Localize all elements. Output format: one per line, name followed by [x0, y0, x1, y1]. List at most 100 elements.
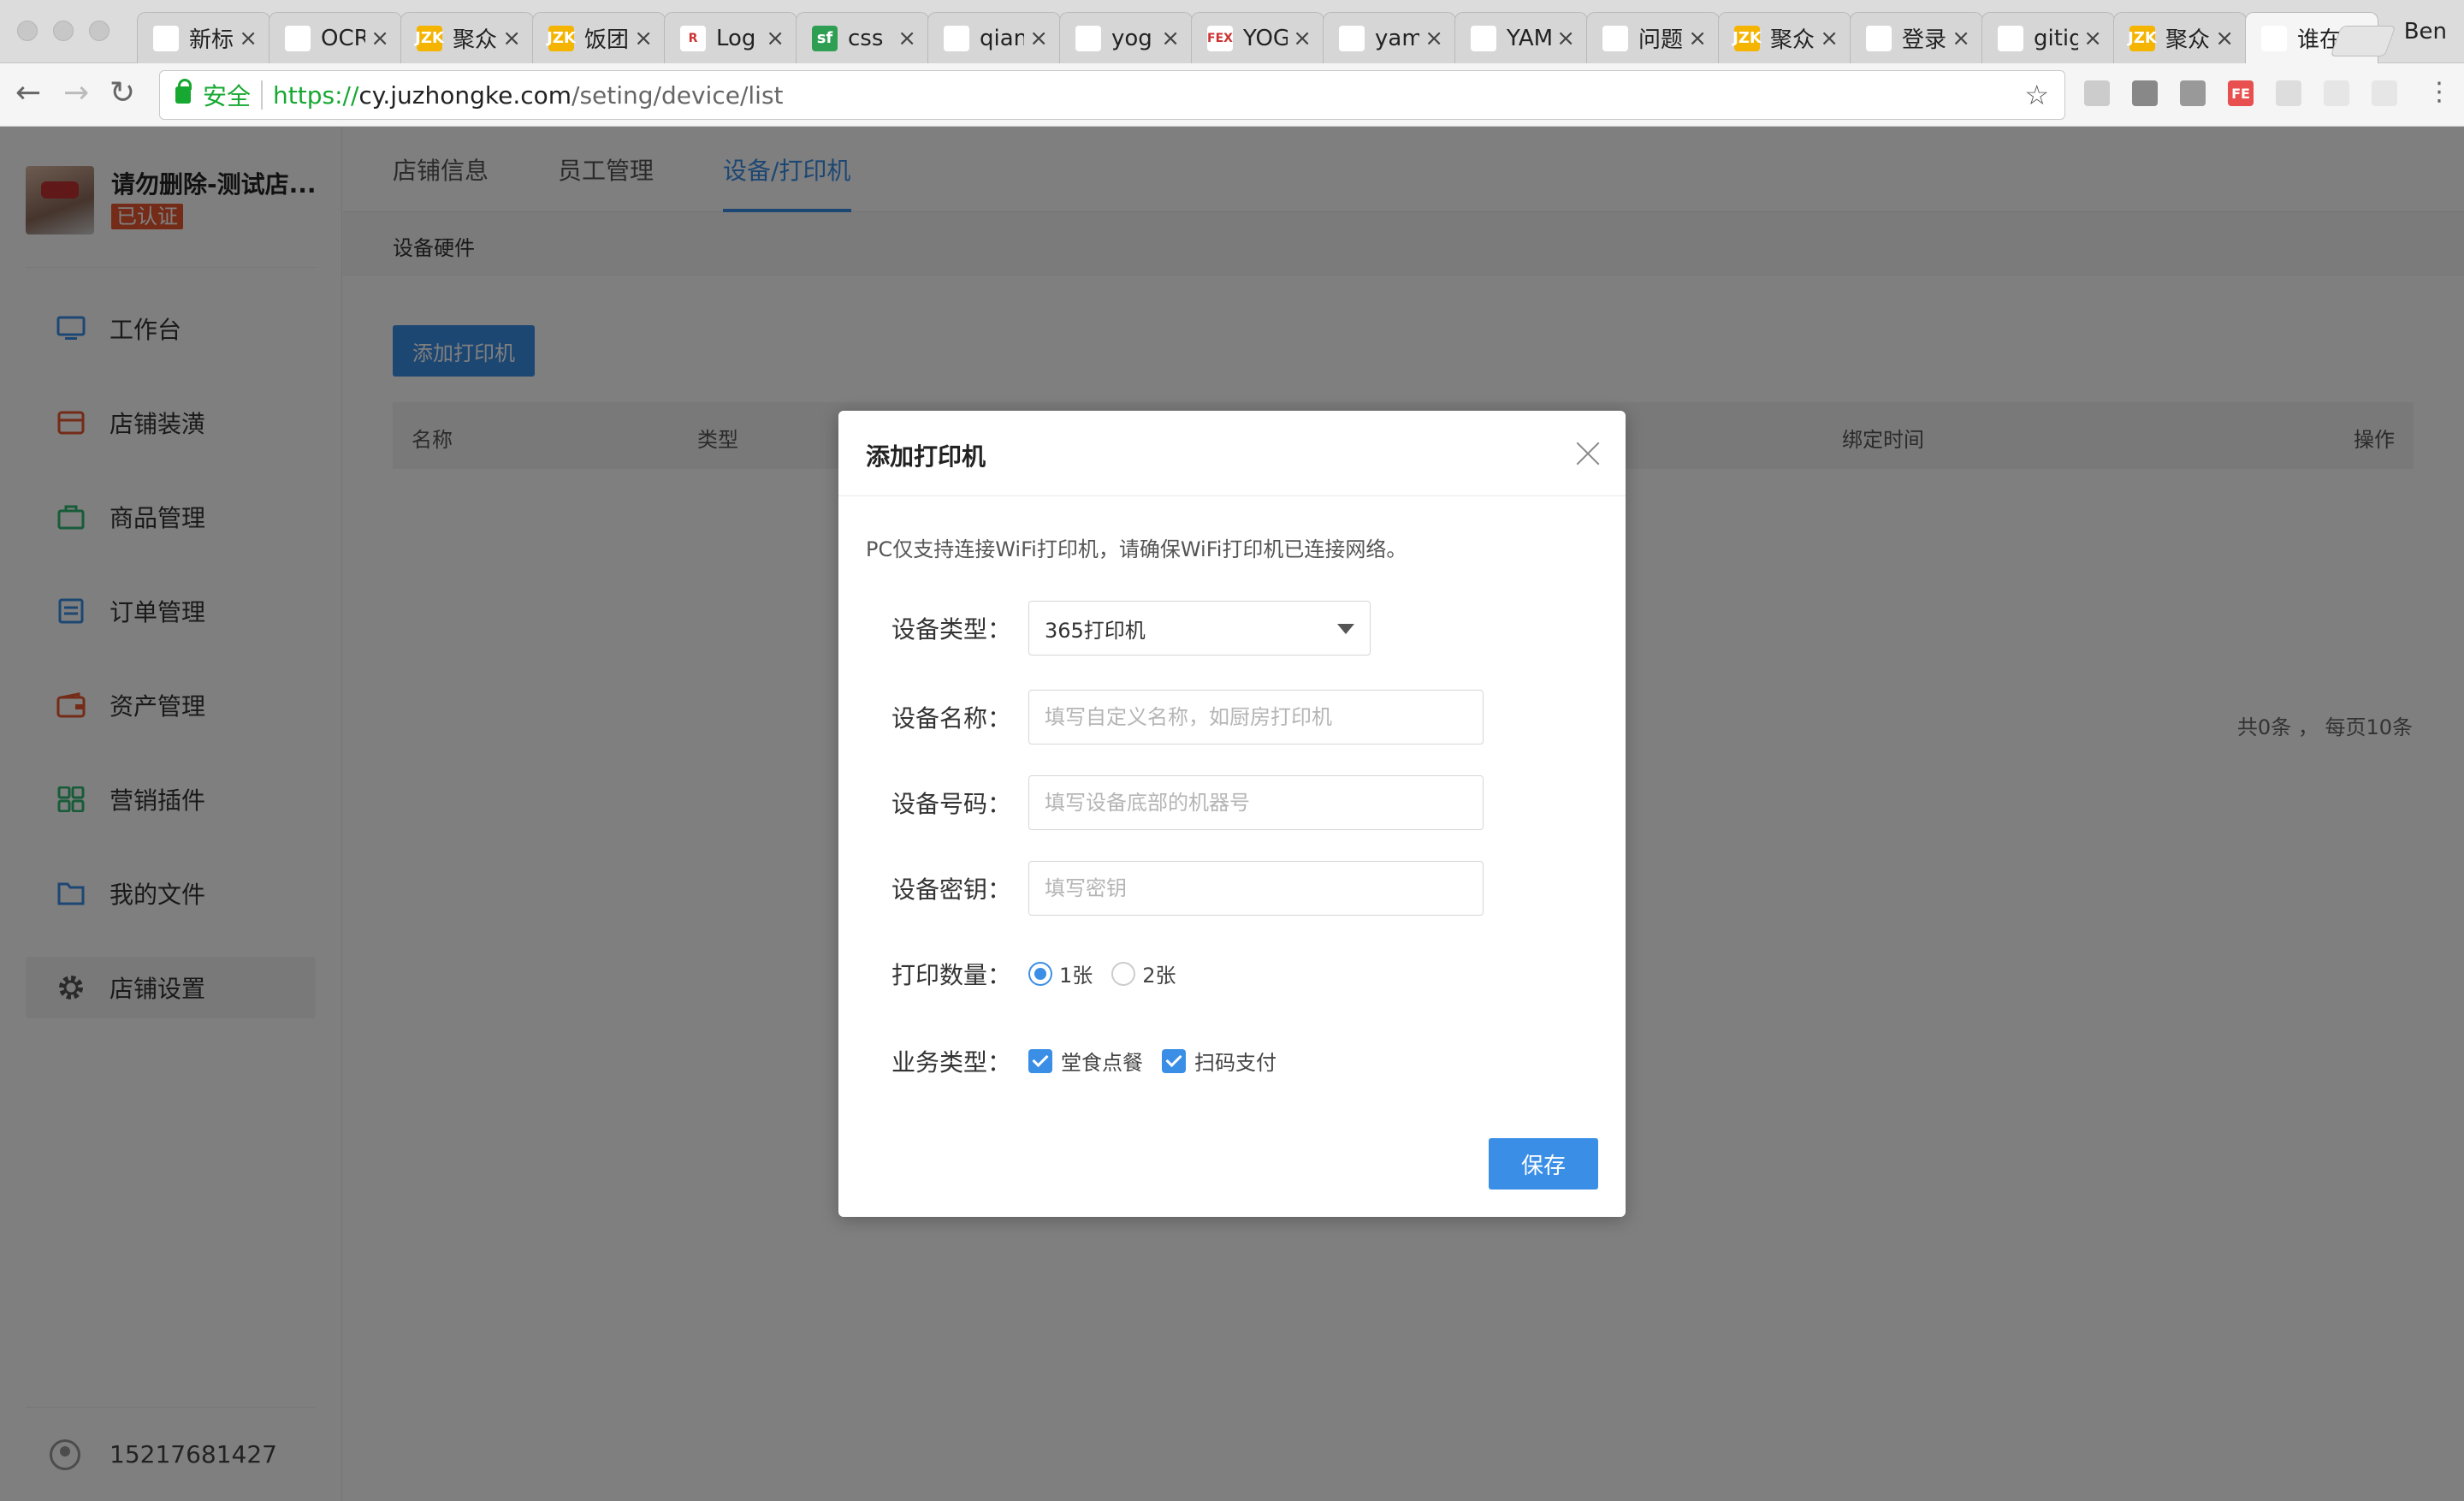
- tab-close-icon[interactable]: ×: [239, 26, 258, 51]
- tab-close-icon[interactable]: ×: [1424, 26, 1443, 51]
- favicon-icon: sf: [812, 25, 838, 51]
- tab-close-icon[interactable]: ×: [897, 26, 916, 51]
- browser-tab[interactable]: JZK 聚众 ×: [1718, 12, 1851, 63]
- zoom-window-button[interactable]: [89, 21, 110, 41]
- browser-tab[interactable]: YAM ×: [1454, 12, 1588, 63]
- browser-tab[interactable]: 新标签页×: [137, 12, 270, 63]
- favicon-icon: [1339, 25, 1365, 51]
- browser-tab[interactable]: FEX YOG ×: [1191, 12, 1324, 63]
- tab-close-icon[interactable]: ×: [1820, 26, 1839, 51]
- reload-icon[interactable]: ↻: [110, 75, 135, 110]
- browser-tab[interactable]: JZK 聚众 ×: [2113, 12, 2247, 63]
- browser-tab-title: Log: [716, 25, 756, 51]
- browser-tab-title: 登录: [1902, 27, 1947, 53]
- tab-close-icon[interactable]: ×: [1556, 26, 1575, 51]
- browser-tab-title: 问题: [1638, 27, 1684, 53]
- browser-tab[interactable]: JZK 聚众 ×: [400, 12, 534, 63]
- device-type-value: 365打印机: [1045, 618, 1146, 643]
- favicon-icon: FEX: [1207, 25, 1233, 51]
- browser-tab-strip: 新标签页×OCR×JZK聚众×JZK饭团×RLog×sfcss×qian×yog…: [0, 0, 2464, 63]
- browser-tab[interactable]: JZK 饭团 ×: [532, 12, 666, 63]
- tree-extension-icon[interactable]: [2372, 80, 2397, 106]
- tab-close-icon[interactable]: ×: [1293, 26, 1312, 51]
- browser-tab-title: qian: [980, 25, 1025, 51]
- browser-tab[interactable]: gitig ×: [1981, 12, 2115, 63]
- favicon-icon: [1866, 25, 1892, 51]
- save-button[interactable]: 保存: [1489, 1138, 1598, 1190]
- fe-extension-icon[interactable]: FE: [2228, 80, 2254, 106]
- browser-tab-title: YAM: [1507, 25, 1552, 51]
- browser-tab-title: 聚众: [453, 27, 498, 53]
- business-type-options: 堂食点餐 扫码支付: [1028, 1046, 1295, 1076]
- address-bar[interactable]: 安全 https://cy.juzhongke.com/seting/devic…: [159, 70, 2065, 120]
- qr-extension-icon[interactable]: [2276, 80, 2301, 106]
- device-name-input[interactable]: [1028, 690, 1484, 745]
- device-type-select[interactable]: 365打印机: [1028, 601, 1371, 656]
- tab-close-icon[interactable]: ×: [766, 26, 785, 51]
- new-tab-button[interactable]: [2330, 26, 2396, 56]
- print-count-radio-1[interactable]: [1028, 961, 1052, 986]
- tab-close-icon[interactable]: ×: [1161, 26, 1180, 51]
- browser-tab[interactable]: yog ×: [1059, 12, 1193, 63]
- wifi-notice: PC仅支持连接WiFi打印机，请确保WiFi打印机已连接网络。: [866, 537, 1407, 561]
- browser-tab[interactable]: 登录 ×: [1850, 12, 1983, 63]
- browser-tab-title: 新标签页: [189, 27, 234, 53]
- device-key-input[interactable]: [1028, 861, 1484, 916]
- tab-close-icon[interactable]: ×: [1688, 26, 1707, 51]
- browser-tab[interactable]: qian ×: [927, 12, 1061, 63]
- favicon-icon: R: [680, 25, 706, 51]
- browser-tab[interactable]: OCR ×: [269, 12, 402, 63]
- favicon-icon: [944, 25, 969, 51]
- print-count-option-2[interactable]: 2张: [1142, 958, 1176, 988]
- secure-label: 安全: [203, 82, 252, 110]
- print-count-options: 1张 2张: [1028, 958, 1195, 988]
- favicon-icon: [285, 25, 311, 51]
- tab-close-icon[interactable]: ×: [1952, 26, 1970, 51]
- favicon-icon: JZK: [415, 25, 444, 51]
- browser-tab-title: yam: [1375, 25, 1420, 51]
- browser-tab-title: 聚众: [1770, 27, 1815, 53]
- extension-icon[interactable]: [2324, 80, 2349, 106]
- dine-in-checkbox[interactable]: [1028, 1048, 1052, 1073]
- browser-tab-title: css: [848, 25, 884, 51]
- profile-name[interactable]: Ben: [2404, 19, 2447, 44]
- favicon-icon: [1075, 25, 1101, 51]
- scan-pay-option[interactable]: 扫码支付: [1194, 1046, 1276, 1076]
- favicon-icon: [1471, 25, 1496, 51]
- browser-tab[interactable]: yam ×: [1323, 12, 1456, 63]
- browser-tab[interactable]: sf css ×: [796, 12, 929, 63]
- tab-close-icon[interactable]: ×: [2083, 26, 2102, 51]
- favicon-icon: [153, 25, 179, 51]
- browser-tab[interactable]: R Log ×: [664, 12, 797, 63]
- tab-close-icon[interactable]: ×: [502, 26, 521, 51]
- tab-close-icon[interactable]: ×: [634, 26, 653, 51]
- add-printer-dialog: 添加打印机 PC仅支持连接WiFi打印机，请确保WiFi打印机已连接网络。 设备…: [838, 411, 1626, 1217]
- favicon-icon: JZK: [1732, 25, 1762, 51]
- device-number-input[interactable]: [1028, 775, 1484, 830]
- bookmark-star-icon[interactable]: ☆: [2024, 79, 2049, 111]
- evernote-extension-icon[interactable]: [2132, 80, 2158, 106]
- vue-extension-icon[interactable]: [2180, 80, 2206, 106]
- close-window-button[interactable]: [17, 21, 38, 41]
- dine-in-option[interactable]: 堂食点餐: [1061, 1046, 1143, 1076]
- device-key-label: 设备密钥：: [891, 875, 1012, 904]
- minimize-window-button[interactable]: [53, 21, 74, 41]
- print-count-option-1[interactable]: 1张: [1059, 958, 1093, 988]
- print-count-label: 打印数量：: [891, 961, 1012, 989]
- business-type-label: 业务类型：: [891, 1048, 1012, 1077]
- favicon-icon: JZK: [2128, 25, 2157, 51]
- favicon-icon: [1602, 25, 1628, 51]
- browser-tab[interactable]: 问题 ×: [1586, 12, 1720, 63]
- device-number-label: 设备号码：: [891, 790, 1012, 818]
- tab-close-icon[interactable]: ×: [2215, 26, 2234, 51]
- url-text[interactable]: https://cy.juzhongke.com/seting/device/l…: [273, 81, 2024, 110]
- forward-icon[interactable]: →: [63, 75, 89, 110]
- menu-kebab-icon[interactable]: ⋮: [2426, 77, 2452, 107]
- close-icon[interactable]: [1574, 440, 1602, 467]
- tab-close-icon[interactable]: ×: [1029, 26, 1048, 51]
- back-icon[interactable]: ←: [15, 75, 41, 110]
- tab-close-icon[interactable]: ×: [370, 26, 389, 51]
- print-count-radio-2[interactable]: [1111, 961, 1136, 986]
- reader-extension-icon[interactable]: [2084, 80, 2110, 106]
- scan-pay-checkbox[interactable]: [1162, 1048, 1186, 1073]
